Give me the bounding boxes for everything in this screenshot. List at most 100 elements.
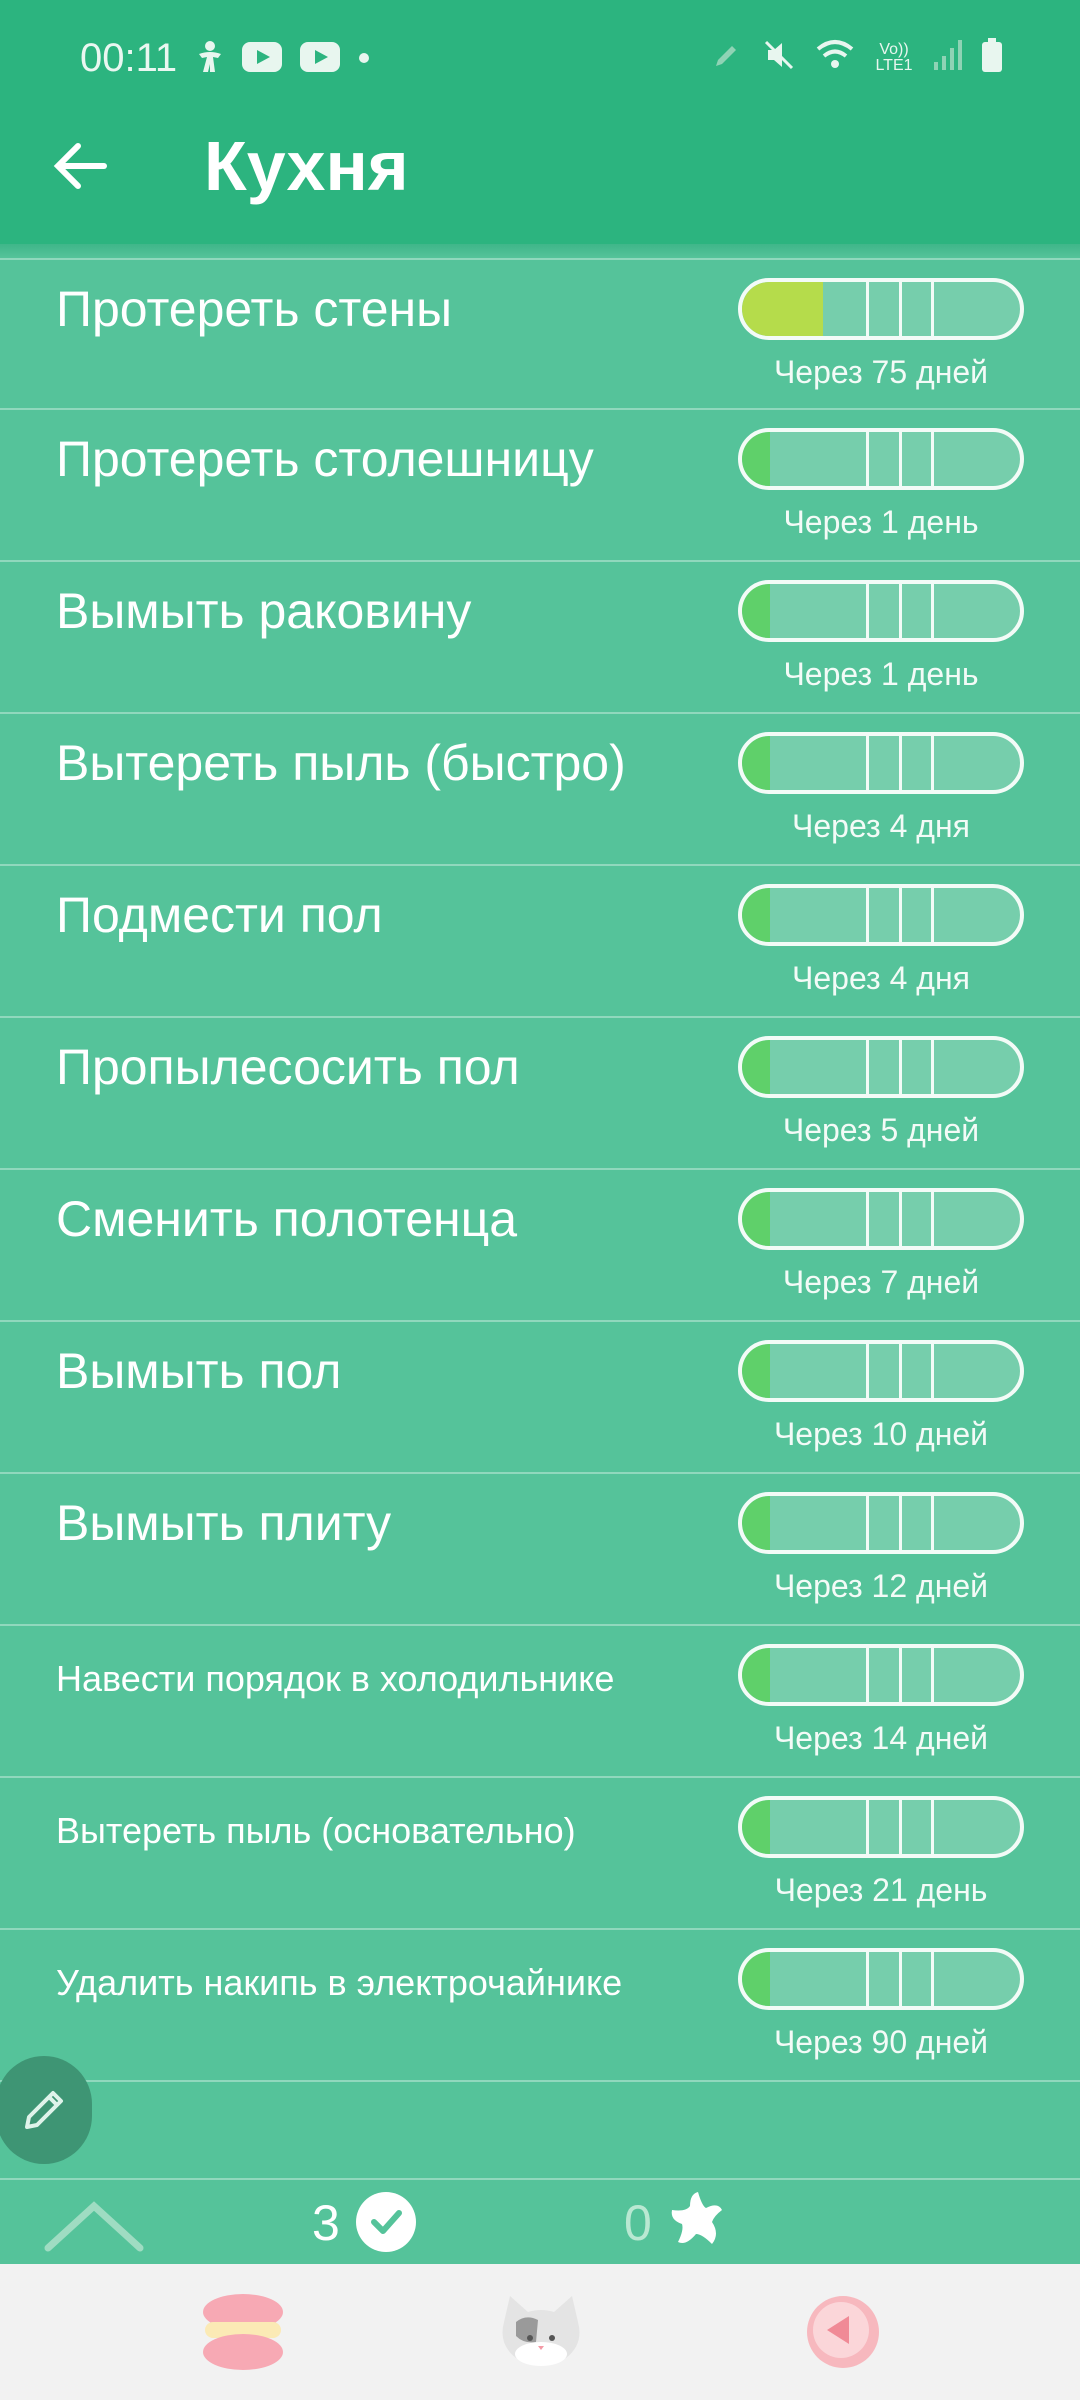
task-due: Через 1 день [783, 504, 979, 540]
progress-fill [742, 1496, 770, 1550]
summary-bar: 3 0 [0, 2178, 1080, 2264]
progress-fill [742, 1800, 770, 1854]
task-due: Через 90 дней [773, 2024, 989, 2060]
page-title: Кухня [204, 127, 409, 205]
task-row[interactable]: Вымыть пол Через 10 дней [0, 1322, 1080, 1474]
progress-tick [899, 888, 903, 942]
task-progress-bar[interactable] [738, 1492, 1024, 1554]
task-progress-bar[interactable] [738, 1644, 1024, 1706]
task-name: Подмести пол [56, 887, 383, 943]
task-name: Вытереть пыль (основательно) [56, 1810, 576, 1851]
task-name: Пропылесосить пол [56, 1039, 520, 1095]
progress-tick [931, 1648, 935, 1702]
progress-tick [865, 1648, 869, 1702]
task-progress-bar[interactable] [738, 884, 1024, 946]
task-row[interactable]: Навести порядок в холодильнике Через 14 д… [0, 1626, 1080, 1778]
signal-icon [934, 40, 962, 75]
nav-item-cat[interactable] [496, 2290, 586, 2374]
progress-tick [931, 1192, 935, 1246]
task-progress-bar[interactable] [738, 428, 1024, 490]
splat-star-icon [668, 2190, 726, 2255]
task-name: Вымыть плиту [56, 1495, 392, 1551]
progress-tick [899, 584, 903, 638]
progress-tick [865, 888, 869, 942]
progress-tick [899, 1952, 903, 2006]
task-row[interactable]: Сменить полотенца Через 7 дней [0, 1170, 1080, 1322]
edit-button[interactable] [0, 2056, 92, 2164]
task-name: Вытереть пыль (быстро) [56, 735, 626, 791]
task-row[interactable]: Удалить накипь в электрочайнике Через 90 … [0, 1930, 1080, 2082]
task-due: Через 14 дней [773, 1720, 989, 1756]
task-list: Протереть стены Через 75 дней Протереть ст… [0, 258, 1080, 2082]
youtube-icon [242, 42, 282, 77]
macaron-icon [203, 2294, 283, 2370]
progress-fill [742, 1952, 770, 2006]
dot-icon [358, 51, 370, 69]
chevron-up-icon [44, 2201, 144, 2252]
mute-icon [762, 38, 796, 77]
status-left-icons [196, 40, 370, 79]
task-row[interactable]: Вымыть плиту Через 12 дней [0, 1474, 1080, 1626]
task-progress-bar[interactable] [738, 732, 1024, 794]
progress-tick [931, 1496, 935, 1550]
battery-icon [982, 38, 1002, 77]
task-row[interactable]: Вытереть пыль (быстро) Через 4 дня [0, 714, 1080, 866]
task-row[interactable]: Вытереть пыль (основательно) Через 21 ден… [0, 1778, 1080, 1930]
progress-fill [742, 1192, 770, 1246]
task-progress-bar[interactable] [738, 1340, 1024, 1402]
nav-item-macaron[interactable] [198, 2290, 288, 2374]
nav-item-back[interactable] [798, 2290, 888, 2374]
progress-tick [931, 282, 935, 336]
star-count: 0 [624, 2195, 652, 2251]
task-progress-bar[interactable] [738, 1036, 1024, 1098]
accessibility-icon [196, 40, 224, 79]
progress-tick [865, 1344, 869, 1398]
task-progress-bar[interactable] [738, 1188, 1024, 1250]
task-progress-bar[interactable] [738, 1796, 1024, 1858]
task-progress-bar[interactable] [738, 278, 1024, 340]
task-due: Через 75 дней [773, 354, 989, 390]
task-progress-bar[interactable] [738, 1948, 1024, 2010]
expand-button[interactable] [42, 2198, 146, 2259]
back-button[interactable] [44, 130, 116, 202]
task-due: Через 7 дней [782, 1264, 980, 1300]
task-name: Вымыть пол [56, 1343, 342, 1399]
progress-tick [899, 282, 903, 336]
progress-tick [865, 1192, 869, 1246]
progress-tick [931, 584, 935, 638]
progress-tick [865, 584, 869, 638]
progress-fill [742, 1648, 770, 1702]
pen-icon [712, 40, 742, 75]
progress-tick [865, 1040, 869, 1094]
task-row[interactable]: Подмести пол Через 4 дня [0, 866, 1080, 1018]
progress-tick [899, 1040, 903, 1094]
task-progress-bar[interactable] [738, 580, 1024, 642]
task-row[interactable]: Вымыть раковину Через 1 день [0, 562, 1080, 714]
task-due: Через 4 дня [792, 808, 970, 844]
back-circle-icon [807, 2296, 879, 2368]
progress-tick [865, 1496, 869, 1550]
task-name: Вымыть раковину [56, 583, 472, 639]
progress-tick [931, 432, 935, 486]
volte-icon: Vo)) LTE1 [875, 40, 913, 74]
task-row[interactable]: Пропылесосить пол Через 5 дней [0, 1018, 1080, 1170]
progress-tick [931, 1040, 935, 1094]
check-circle-icon [356, 2192, 416, 2252]
progress-tick [865, 1952, 869, 2006]
task-due: Через 12 дней [773, 1568, 989, 1604]
task-row[interactable]: Протереть стены Через 75 дней [0, 258, 1080, 410]
progress-tick [899, 1344, 903, 1398]
status-right-icons: Vo)) LTE1 [712, 38, 1002, 77]
wifi-icon [816, 39, 854, 76]
cat-icon [502, 2296, 580, 2366]
progress-tick [931, 1800, 935, 1854]
task-name: Удалить накипь в электрочайнике [56, 1962, 623, 2003]
top-app-area: 00:11 Vo)) LTE1 Кухня [0, 0, 1080, 244]
task-due: Через 21 день [774, 1872, 988, 1908]
progress-fill [742, 282, 823, 336]
progress-fill [742, 1344, 770, 1398]
bottom-nav [0, 2264, 1080, 2400]
progress-tick [899, 1648, 903, 1702]
task-row[interactable]: Протереть столешницу Через 1 день [0, 410, 1080, 562]
progress-tick [931, 888, 935, 942]
